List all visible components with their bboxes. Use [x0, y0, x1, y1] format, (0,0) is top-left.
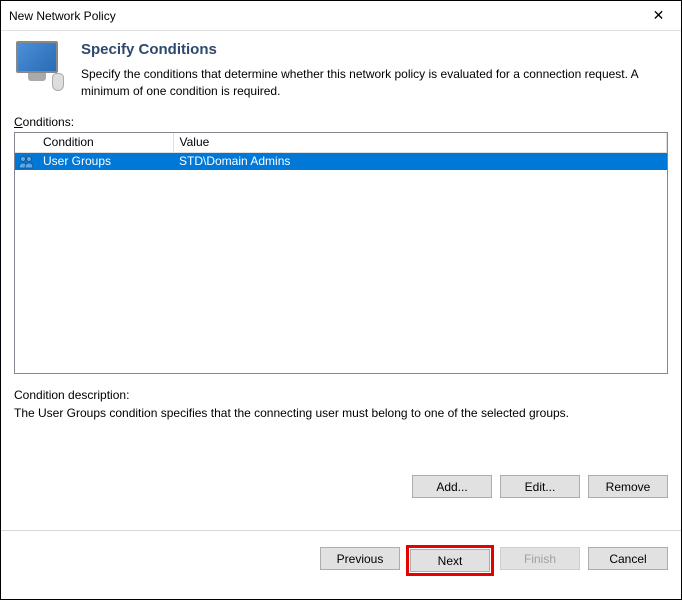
- description-text: The User Groups condition specifies that…: [14, 406, 668, 422]
- action-buttons: Add... Edit... Remove: [1, 475, 681, 498]
- page-subtitle: Specify the conditions that determine wh…: [81, 66, 666, 100]
- table-row[interactable]: User Groups STD\Domain Admins: [15, 153, 667, 170]
- description-area: Condition description: The User Groups c…: [1, 374, 681, 422]
- remove-button[interactable]: Remove: [588, 475, 668, 498]
- row-icon-cell: [15, 153, 37, 170]
- page-title: Specify Conditions: [81, 41, 666, 58]
- row-condition: User Groups: [37, 153, 173, 170]
- next-button[interactable]: Next: [410, 549, 490, 572]
- previous-button[interactable]: Previous: [320, 547, 400, 570]
- close-button[interactable]: ✕: [636, 1, 681, 30]
- user-groups-icon: [18, 155, 34, 169]
- conditions-table: Condition Value User Groups STD\Domain A…: [15, 133, 667, 170]
- add-button[interactable]: Add...: [412, 475, 492, 498]
- window-title: New Network Policy: [9, 9, 116, 23]
- col-icon[interactable]: [15, 133, 37, 153]
- next-highlight: Next: [408, 547, 492, 574]
- description-label: Condition description:: [14, 388, 668, 402]
- header-text: Specify Conditions Specify the condition…: [81, 41, 666, 100]
- conditions-list[interactable]: Condition Value User Groups STD\Domain A…: [14, 132, 668, 374]
- finish-button[interactable]: Finish: [500, 547, 580, 570]
- header-section: Specify Conditions Specify the condition…: [1, 31, 681, 115]
- titlebar: New Network Policy ✕: [1, 1, 681, 31]
- col-condition[interactable]: Condition: [37, 133, 173, 153]
- col-value[interactable]: Value: [173, 133, 667, 153]
- edit-button[interactable]: Edit...: [500, 475, 580, 498]
- cancel-button[interactable]: Cancel: [588, 547, 668, 570]
- wizard-footer: Previous Next Finish Cancel: [1, 530, 681, 574]
- policy-icon: [16, 41, 66, 96]
- conditions-label: Conditions:: [1, 115, 681, 132]
- row-value: STD\Domain Admins: [173, 153, 667, 170]
